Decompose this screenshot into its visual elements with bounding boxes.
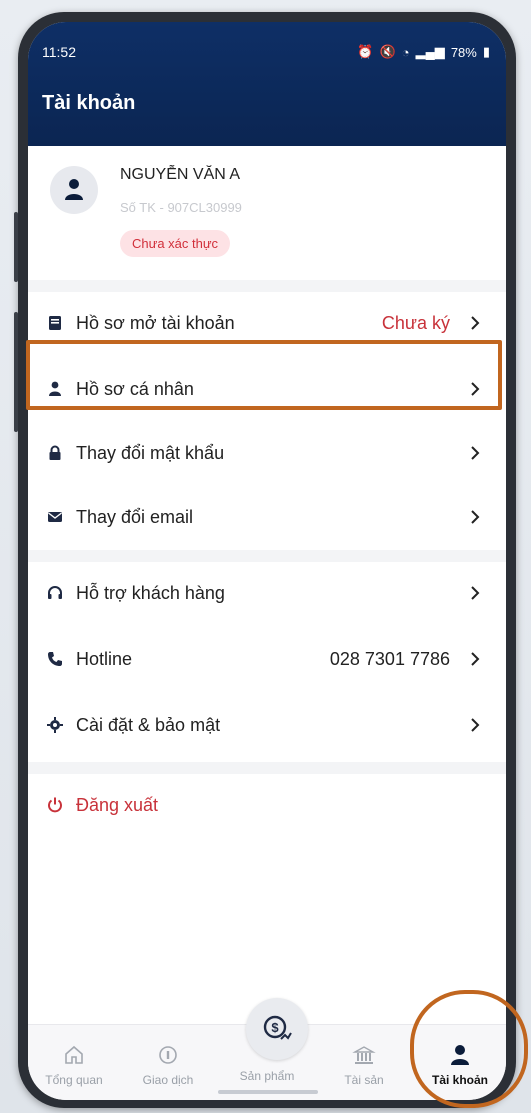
screen: 11:52 ⏰ 🔇 ◔ ▂▄▆ 78% ▮ Tài khoản NGUYỄN V… (28, 22, 506, 1100)
volume-button (14, 212, 18, 282)
user-icon (46, 380, 64, 398)
chevron-right-icon (471, 446, 480, 460)
products-fab[interactable]: $ (246, 998, 308, 1060)
chevron-right-icon (471, 718, 480, 732)
chevron-right-icon (471, 510, 480, 524)
wifi-icon: ◔ (401, 44, 410, 60)
chevron-right-icon (471, 586, 480, 600)
nav-label: Sản phẩm (239, 1069, 295, 1083)
nav-label: Tổng quan (45, 1073, 103, 1087)
transaction-icon (159, 1046, 177, 1064)
phone-frame: 11:52 ⏰ 🔇 ◔ ▂▄▆ 78% ▮ Tài khoản NGUYỄN V… (14, 12, 516, 1108)
menu-section-account: Hồ sơ mở tài khoản Chưa ký Hồ sơ cá nhân… (28, 292, 506, 550)
signal-icon: ▂▄▆ (415, 44, 445, 59)
account-number: Số TK - 907CL30999 (120, 200, 242, 215)
bank-icon (352, 1046, 376, 1064)
product-icon: $ (263, 1015, 292, 1040)
nav-label: Tài khoản (431, 1073, 488, 1087)
power-icon (46, 796, 64, 814)
user-icon (451, 1045, 469, 1065)
gear-icon (46, 716, 64, 734)
menu-item-value: Chưa ký (381, 313, 450, 333)
hotline-number: 028 7301 7786 (329, 649, 450, 669)
menu-item-change-password[interactable]: Thay đổi mật khẩu (28, 422, 506, 486)
battery-level: 78% (450, 44, 477, 60)
document-icon (46, 314, 64, 332)
menu-item-hotline[interactable]: Hotline 028 7301 7786 (28, 628, 506, 692)
side-button (14, 312, 18, 432)
battery-icon: ▮ (482, 44, 490, 59)
menu-item-change-email[interactable]: Thay đổi email (28, 486, 506, 550)
status-bar: 11:52 ⏰ 🔇 ◔ ▂▄▆ 78% ▮ (28, 44, 506, 64)
menu-item-label: Cài đặt & bảo mật (76, 715, 221, 735)
user-name: NGUYỄN VĂN A (120, 166, 241, 183)
alarm-icon: ⏰ (357, 44, 374, 59)
nav-overview[interactable]: Tổng quan (28, 1025, 120, 1100)
menu-section-logout: Đăng xuất (28, 774, 506, 838)
menu-item-customer-support[interactable]: Hỗ trợ khách hàng (28, 562, 506, 626)
menu-item-label: Thay đổi email (76, 507, 194, 527)
lock-icon (46, 444, 64, 462)
mail-icon (46, 508, 64, 526)
status-icons: ⏰ 🔇 ◔ ▂▄▆ 78% ▮ (357, 44, 490, 60)
home-indicator (218, 1090, 318, 1094)
nav-assets[interactable]: Tài sản (318, 1025, 410, 1100)
section-divider (28, 762, 506, 774)
menu-item-label: Hồ sơ mở tài khoản (76, 313, 235, 333)
user-icon (65, 179, 83, 200)
phone-icon (46, 650, 64, 668)
menu-item-label: Hotline (76, 649, 133, 669)
app-header: 11:52 ⏰ 🔇 ◔ ▂▄▆ 78% ▮ Tài khoản (28, 22, 506, 146)
menu-item-label: Thay đổi mật khẩu (76, 443, 225, 463)
menu-item-open-account-profile[interactable]: Hồ sơ mở tài khoản Chưa ký (28, 292, 506, 356)
logout-button[interactable]: Đăng xuất (28, 774, 506, 838)
profile-card[interactable]: NGUYỄN VĂN A Số TK - 907CL30999 Chưa xác… (28, 146, 506, 292)
status-badge[interactable]: Chưa xác thực (120, 230, 231, 257)
svg-text:$: $ (271, 1020, 279, 1035)
chevron-right-icon (471, 316, 480, 330)
menu-item-personal-profile[interactable]: Hồ sơ cá nhân (28, 358, 506, 422)
nav-transactions[interactable]: Giao dịch (122, 1025, 214, 1100)
menu-item-settings-security[interactable]: Cài đặt & bảo mật (28, 694, 506, 758)
nav-account[interactable]: Tài khoản (414, 1025, 506, 1100)
section-divider (28, 280, 506, 292)
chevron-right-icon (471, 652, 480, 666)
page-title: Tài khoản (42, 92, 136, 114)
home-icon (65, 1045, 83, 1064)
menu-item-label: Hỗ trợ khách hàng (76, 583, 225, 603)
status-time: 11:52 (42, 44, 76, 60)
menu-section-support: Hỗ trợ khách hàng Hotline 028 7301 7786 … (28, 562, 506, 762)
headset-icon (46, 584, 64, 602)
mute-icon: 🔇 (379, 44, 396, 59)
avatar (50, 166, 98, 214)
section-divider (28, 550, 506, 562)
nav-label: Giao dịch (142, 1073, 194, 1087)
logout-label: Đăng xuất (76, 795, 159, 815)
menu-item-label: Hồ sơ cá nhân (76, 379, 194, 399)
nav-label: Tài sản (344, 1073, 384, 1087)
chevron-right-icon (471, 382, 480, 396)
